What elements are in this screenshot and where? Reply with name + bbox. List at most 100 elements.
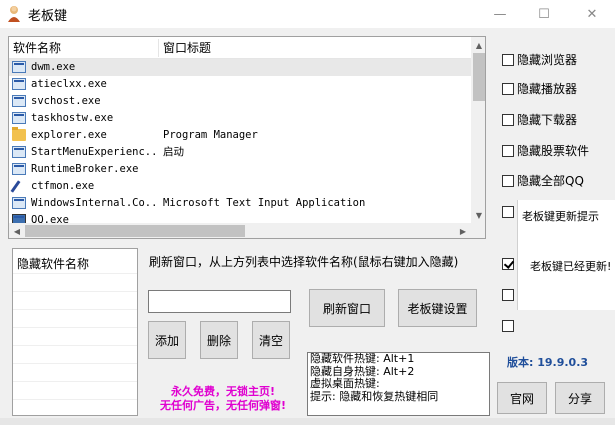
window-icon bbox=[12, 197, 26, 209]
list-row[interactable]: taskhostw.exe bbox=[9, 110, 471, 127]
process-name: RuntimeBroker.exe bbox=[31, 163, 139, 175]
hotkey-line: 提示: 隐藏和恢复热键相同 bbox=[310, 389, 439, 403]
window-title: 老板键 bbox=[28, 9, 68, 24]
divider bbox=[13, 291, 137, 292]
promo-text: 永久免费，无锁主页! 无任何广告，无任何弹窗! bbox=[148, 385, 298, 413]
folder-icon bbox=[12, 127, 26, 141]
window-title-cell: 启动 bbox=[163, 146, 184, 158]
checkbox-icon[interactable] bbox=[502, 82, 514, 95]
app-icon bbox=[12, 214, 26, 223]
process-name: svchost.exe bbox=[31, 95, 101, 107]
window-title-cell: Microsoft Text Input Application bbox=[163, 197, 366, 209]
checkbox-checked-icon[interactable] bbox=[502, 258, 514, 270]
scroll-down-icon[interactable]: ▼ bbox=[471, 207, 485, 223]
list-row[interactable]: RuntimeBroker.exe bbox=[9, 161, 471, 178]
divider bbox=[13, 345, 137, 346]
option-checkbox[interactable]: 隐藏下载器 bbox=[502, 111, 577, 128]
scroll-corner bbox=[471, 223, 485, 238]
option-checkbox[interactable] bbox=[502, 320, 517, 332]
vertical-scrollbar[interactable]: ▲ ▼ bbox=[471, 37, 485, 223]
pen-icon bbox=[12, 180, 26, 192]
refresh-window-button[interactable]: 刷新窗口 bbox=[309, 289, 385, 327]
option-label: 隐藏浏览器 bbox=[517, 53, 578, 67]
scroll-up-icon[interactable]: ▲ bbox=[471, 37, 485, 53]
app-icon bbox=[6, 5, 22, 23]
software-name-input[interactable] bbox=[148, 290, 291, 313]
checkbox-icon[interactable] bbox=[502, 113, 514, 126]
checkbox-icon[interactable] bbox=[502, 53, 514, 66]
notification-message: 老板键已经更新! bbox=[530, 260, 612, 273]
checkbox-icon[interactable] bbox=[502, 174, 514, 187]
list-row[interactable]: WindowsInternal.Co... Microsoft Text Inpu… bbox=[9, 195, 471, 212]
option-label: 隐藏全部QQ bbox=[517, 174, 584, 188]
divider bbox=[13, 309, 137, 310]
column-header-name[interactable]: 软件名称 bbox=[9, 37, 158, 59]
share-button[interactable]: 分享 bbox=[555, 382, 605, 414]
checkbox-icon[interactable] bbox=[502, 289, 514, 301]
process-name: dwm.exe bbox=[31, 61, 76, 73]
option-checkbox[interactable]: 隐藏股票软件 bbox=[502, 142, 589, 159]
list-row[interactable]: atieclxx.exe bbox=[9, 76, 471, 93]
option-label: 隐藏股票软件 bbox=[517, 144, 590, 158]
hidden-software-list[interactable]: 隐藏软件名称 bbox=[12, 248, 138, 416]
list-row[interactable]: QQ.exe bbox=[9, 212, 471, 223]
list-row[interactable]: ctfmon.exe bbox=[9, 178, 471, 195]
process-name: taskhostw.exe bbox=[31, 112, 114, 124]
process-name: atieclxx.exe bbox=[31, 78, 107, 90]
window-title-cell: Program Manager bbox=[163, 129, 258, 141]
instruction-text: 刷新窗口，从上方列表中选择软件名称(鼠标右键加入隐藏) bbox=[149, 255, 459, 269]
divider bbox=[13, 363, 137, 364]
minimize-button[interactable]: — bbox=[477, 0, 523, 28]
list-row[interactable]: explorer.exe Program Manager bbox=[9, 127, 471, 144]
option-checkbox[interactable]: 隐藏浏览器 bbox=[502, 51, 577, 68]
horizontal-scroll-thumb[interactable] bbox=[25, 225, 245, 237]
window-icon bbox=[12, 163, 26, 175]
clear-button[interactable]: 清空 bbox=[252, 321, 290, 359]
boss-key-settings-button[interactable]: 老板键设置 bbox=[398, 289, 477, 327]
add-button[interactable]: 添加 bbox=[148, 321, 186, 359]
checkbox-icon[interactable] bbox=[502, 144, 514, 157]
notification-title: 老板键更新提示 bbox=[522, 210, 599, 223]
window-bottom-edge bbox=[0, 418, 615, 425]
list-row[interactable]: dwm.exe bbox=[9, 59, 471, 76]
checkbox-icon[interactable] bbox=[502, 320, 514, 332]
list-row[interactable]: svchost.exe bbox=[9, 93, 471, 110]
process-name: explorer.exe bbox=[31, 129, 107, 141]
option-label: 隐藏播放器 bbox=[517, 82, 578, 96]
option-checkbox[interactable]: 隐藏全部QQ bbox=[502, 172, 584, 189]
window-icon bbox=[12, 95, 26, 107]
option-checkbox[interactable] bbox=[502, 289, 517, 301]
hidden-list-header: 隐藏软件名称 bbox=[17, 257, 90, 271]
vertical-scroll-thumb[interactable] bbox=[473, 53, 485, 101]
scroll-right-icon[interactable]: ▶ bbox=[455, 223, 471, 238]
checkbox-icon[interactable] bbox=[502, 205, 514, 218]
scroll-left-icon[interactable]: ◀ bbox=[9, 223, 25, 238]
promo-line: 无任何广告，无任何弹窗! bbox=[159, 399, 287, 412]
divider bbox=[13, 327, 137, 328]
list-header: 软件名称 窗口标题 bbox=[9, 37, 471, 59]
title-bar: 老板键 — ☐ ✕ bbox=[0, 0, 615, 28]
process-name: WindowsInternal.Co... bbox=[31, 197, 156, 209]
update-notification[interactable]: 老板键更新提示 老板键已经更新! bbox=[517, 200, 615, 310]
delete-button[interactable]: 删除 bbox=[200, 321, 238, 359]
close-button[interactable]: ✕ bbox=[569, 0, 615, 28]
website-button[interactable]: 官网 bbox=[497, 382, 547, 414]
list-rows: dwm.exe atieclxx.exe svchost.exe taskhostw.… bbox=[9, 59, 471, 223]
version-label: 版本: 19.9.0.3 bbox=[507, 356, 589, 369]
hotkey-line: 隐藏软件热键: Alt+1 bbox=[310, 352, 415, 365]
list-row[interactable]: StartMenuExperienc... 启动 bbox=[9, 144, 471, 161]
hotkey-line: 虚拟桌面热键: bbox=[310, 377, 380, 390]
process-name: QQ.exe bbox=[31, 214, 69, 223]
option-checkbox[interactable] bbox=[502, 258, 517, 270]
horizontal-scrollbar[interactable]: ◀ ▶ bbox=[9, 223, 471, 238]
option-checkbox[interactable]: 隐藏播放器 bbox=[502, 80, 577, 97]
divider bbox=[13, 381, 137, 382]
process-name: StartMenuExperienc... bbox=[31, 146, 156, 158]
process-list[interactable]: 软件名称 窗口标题 dwm.exe atieclxx.exe svchost.exe… bbox=[8, 36, 486, 239]
window-icon bbox=[12, 146, 26, 158]
column-header-title[interactable]: 窗口标题 bbox=[159, 37, 469, 59]
maximize-button[interactable]: ☐ bbox=[521, 0, 567, 28]
window-icon bbox=[12, 78, 26, 90]
window-icon bbox=[12, 61, 26, 73]
process-name: ctfmon.exe bbox=[31, 180, 95, 192]
